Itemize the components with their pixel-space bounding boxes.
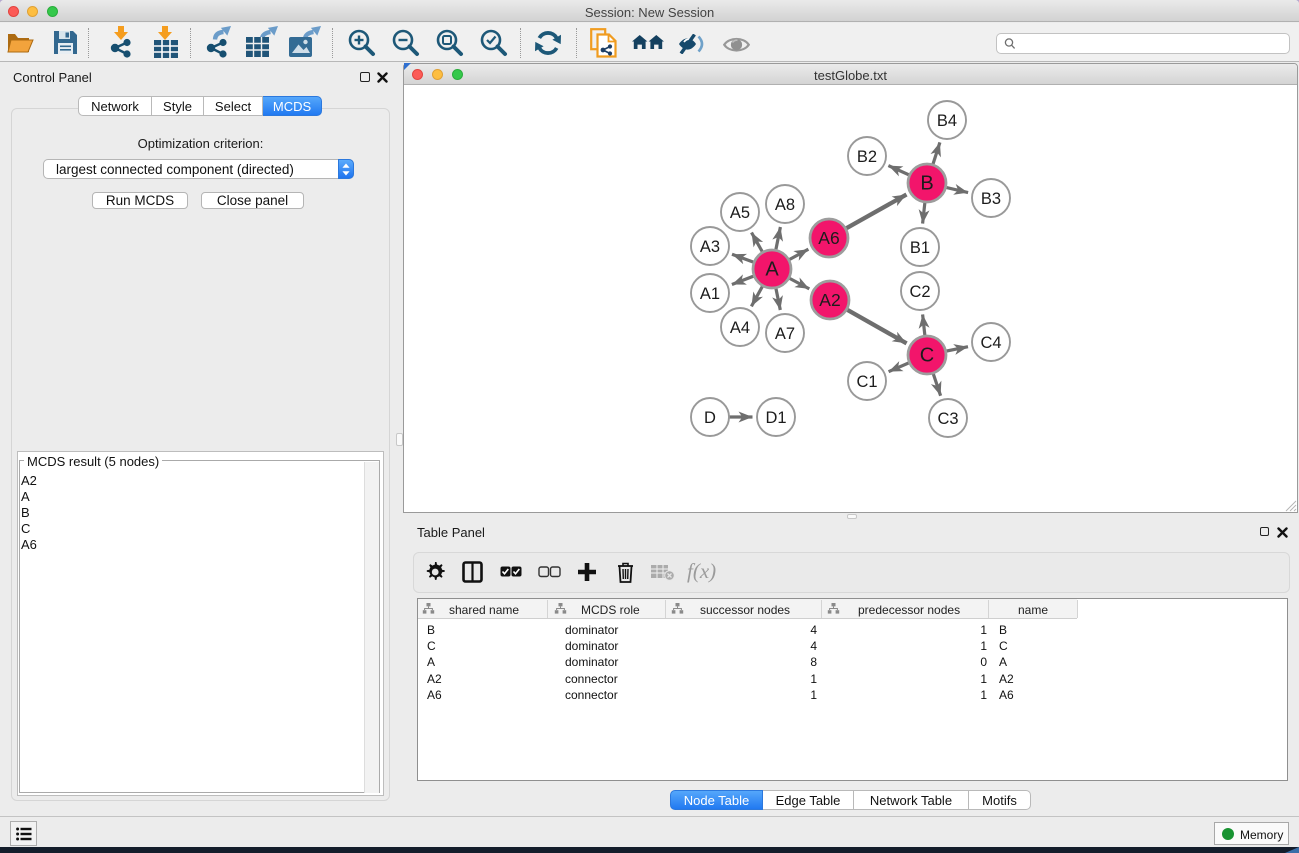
svg-text:C4: C4 <box>980 334 1001 352</box>
svg-text:C1: C1 <box>856 373 877 391</box>
svg-text:C: C <box>920 345 934 367</box>
svg-text:C2: C2 <box>909 283 930 301</box>
svg-text:D: D <box>704 409 716 427</box>
svg-text:A8: A8 <box>775 196 795 214</box>
svg-text:A2: A2 <box>819 290 840 310</box>
svg-text:A7: A7 <box>775 325 795 343</box>
svg-text:B: B <box>920 173 933 195</box>
svg-text:D1: D1 <box>765 409 786 427</box>
svg-text:B3: B3 <box>981 190 1001 208</box>
svg-text:A4: A4 <box>730 319 750 337</box>
svg-text:B4: B4 <box>937 112 957 130</box>
svg-text:B2: B2 <box>857 148 877 166</box>
svg-text:C3: C3 <box>937 410 958 428</box>
svg-text:A3: A3 <box>700 238 720 256</box>
svg-text:A5: A5 <box>730 204 750 222</box>
svg-text:B1: B1 <box>910 239 930 257</box>
svg-text:A1: A1 <box>700 285 720 303</box>
svg-text:A: A <box>765 259 779 281</box>
svg-text:A6: A6 <box>818 228 839 248</box>
